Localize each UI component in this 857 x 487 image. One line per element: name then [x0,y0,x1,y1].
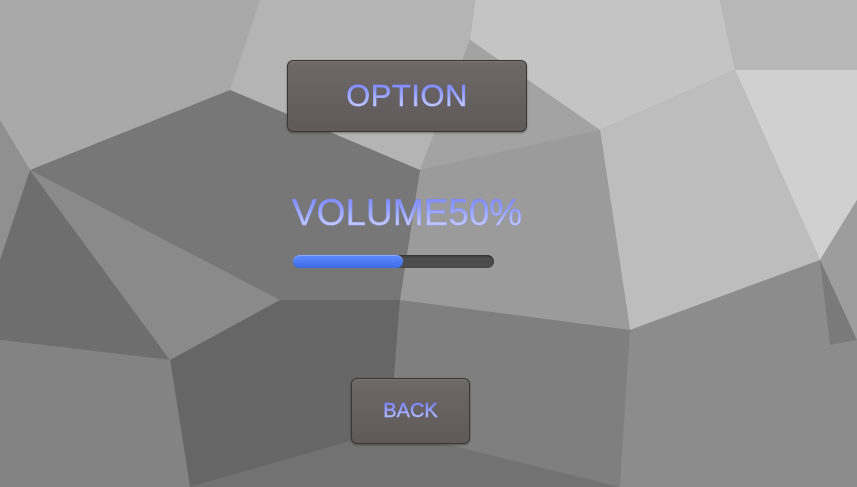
option-title-label: OPTION [346,78,468,113]
volume-slider[interactable] [293,255,494,268]
options-screen: OPTION VOLUME50% BACK [0,0,857,487]
back-button-label: BACK [383,399,438,422]
back-button[interactable]: BACK [351,378,470,444]
volume-label: VOLUME50% [292,191,537,235]
volume-slider-fill [293,255,403,268]
option-title-button[interactable]: OPTION [287,60,527,132]
